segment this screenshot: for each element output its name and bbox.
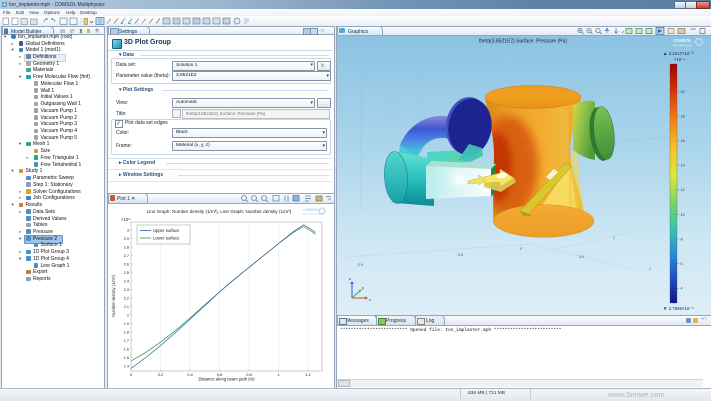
svg-text:0.5: 0.5 <box>579 255 584 259</box>
svg-text:1.5: 1.5 <box>124 356 129 360</box>
svg-text:×10¹⁷: ×10¹⁷ <box>121 217 131 222</box>
svg-text:2.4: 2.4 <box>124 279 129 283</box>
svg-text:0.4: 0.4 <box>187 372 193 377</box>
svg-text:1: 1 <box>277 372 280 377</box>
svg-text:2.1: 2.1 <box>124 305 129 309</box>
svg-text:2.6: 2.6 <box>124 262 129 266</box>
svg-text:2.8: 2.8 <box>124 245 129 249</box>
svg-text:0: 0 <box>520 247 522 251</box>
svg-text:0.2: 0.2 <box>158 372 164 377</box>
svg-text:16: 16 <box>681 139 685 143</box>
svg-text:MULTIPHYSICS: MULTIPHYSICS <box>673 44 692 48</box>
svg-text:1: 1 <box>649 267 651 271</box>
svg-text:2.2: 2.2 <box>124 296 129 300</box>
svg-text:1.4: 1.4 <box>124 364 129 368</box>
svg-text:18: 18 <box>681 114 685 118</box>
svg-text:theta(3.8521E2) Surface: Pres: theta(3.8521E2) Surface: Pressure (Pa) <box>479 39 567 45</box>
svg-text:1.7: 1.7 <box>124 339 129 343</box>
svg-text:y: y <box>362 285 364 290</box>
svg-text:×10⁻⁴: ×10⁻⁴ <box>674 57 685 62</box>
svg-text:8: 8 <box>681 238 683 242</box>
svg-text:x: x <box>369 297 371 302</box>
svg-text:1: 1 <box>613 236 615 240</box>
svg-text:0: 0 <box>130 372 133 377</box>
svg-text:2: 2 <box>127 313 129 317</box>
svg-text:10: 10 <box>681 213 685 217</box>
svg-text:COMSOL: COMSOL <box>303 208 320 212</box>
svg-text:Line Graph: Number density (1/: Line Graph: Number density (1/m³), Line … <box>147 209 292 214</box>
svg-text:1.6: 1.6 <box>124 347 129 351</box>
svg-text:6: 6 <box>681 262 683 266</box>
svg-text:2.5: 2.5 <box>124 271 129 275</box>
svg-text:3: 3 <box>127 228 129 232</box>
svg-text:4: 4 <box>681 287 683 291</box>
svg-text:Lower surface: Lower surface <box>153 236 180 241</box>
svg-text:14: 14 <box>681 164 685 168</box>
svg-text:-0.5: -0.5 <box>357 263 363 267</box>
svg-text:1.2: 1.2 <box>305 372 311 377</box>
svg-text:Number density (1/m³): Number density (1/m³) <box>111 275 116 317</box>
svg-text:1.9: 1.9 <box>124 322 129 326</box>
svg-text:z: z <box>349 276 351 281</box>
svg-text:2.3: 2.3 <box>124 288 129 292</box>
svg-text:COMSOL: COMSOL <box>673 38 692 43</box>
svg-text:1.8: 1.8 <box>124 330 129 334</box>
svg-text:2.9: 2.9 <box>124 237 129 241</box>
svg-text:20: 20 <box>681 90 685 94</box>
svg-text:Distance along beam path (m): Distance along beam path (m) <box>198 377 255 382</box>
svg-text:-0.5: -0.5 <box>457 253 463 257</box>
svg-text:▲ 2.2217×10⁻³: ▲ 2.2217×10⁻³ <box>663 51 694 56</box>
svg-text:▼ 2.7969×10⁻⁴: ▼ 2.7969×10⁻⁴ <box>663 306 694 311</box>
svg-text:2.7: 2.7 <box>124 254 129 258</box>
svg-text:12: 12 <box>681 188 685 192</box>
svg-text:Upper surface: Upper surface <box>153 228 180 233</box>
